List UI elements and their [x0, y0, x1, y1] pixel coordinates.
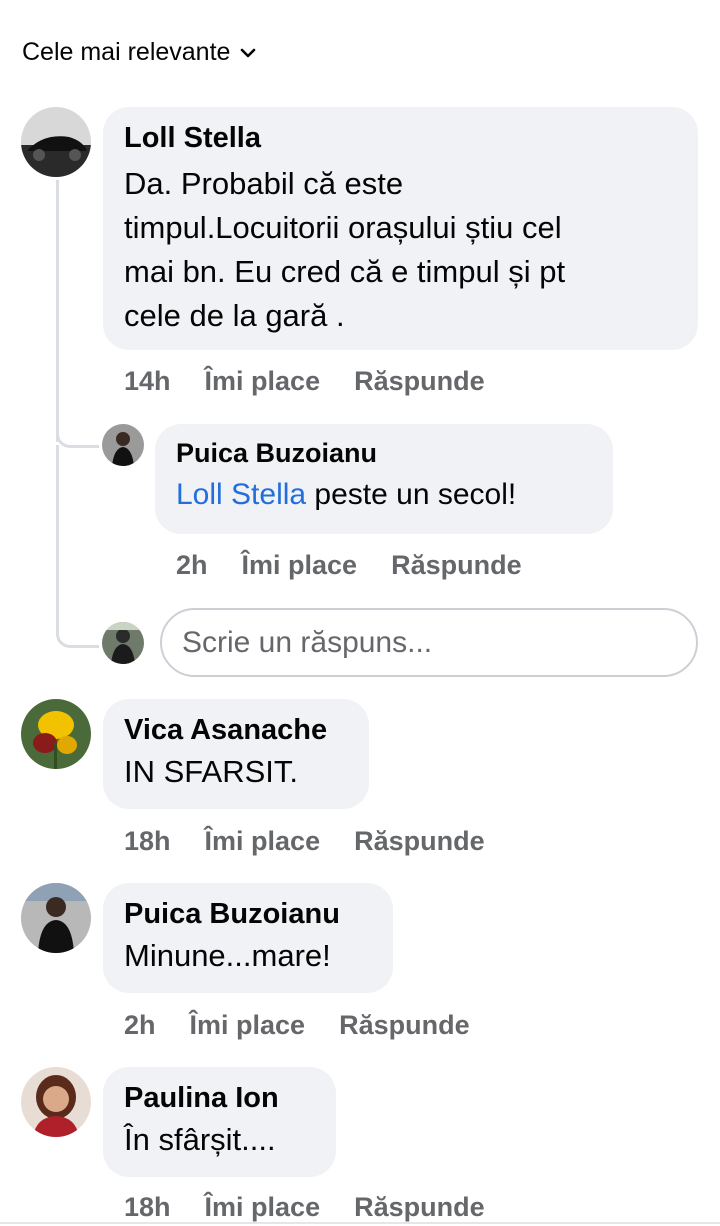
reply-timestamp[interactable]: 2h: [176, 550, 208, 581]
like-button[interactable]: Îmi place: [190, 1010, 306, 1041]
comment-text: Da. Probabil că este timpul.Locuitorii o…: [124, 166, 566, 333]
reply-button[interactable]: Răspunde: [339, 1010, 470, 1041]
comment-actions: 14h Îmi place Răspunde: [124, 366, 485, 397]
divider: [0, 1222, 720, 1224]
reply-button[interactable]: Răspunde: [391, 550, 522, 581]
reply-bubble: Puica Buzoianu Loll Stella peste un seco…: [155, 424, 613, 534]
current-user-avatar: [102, 622, 144, 664]
chevron-down-icon: [241, 48, 256, 57]
comment-timestamp[interactable]: 2h: [124, 1010, 156, 1041]
comment-author[interactable]: Paulina Ion: [124, 1080, 315, 1116]
comment-actions: 2h Îmi place Răspunde: [124, 1010, 470, 1041]
sort-label: Cele mai relevante: [22, 38, 231, 66]
thread-elbow: [56, 625, 99, 648]
avatar[interactable]: [21, 107, 91, 177]
mention-link[interactable]: Loll Stella: [176, 478, 306, 511]
comment-timestamp[interactable]: 14h: [124, 366, 171, 397]
like-button[interactable]: Îmi place: [242, 550, 358, 581]
reply-actions: 2h Îmi place Răspunde: [176, 550, 522, 581]
thread-line: [56, 445, 59, 625]
avatar[interactable]: [102, 424, 144, 466]
comment-text: În sfârșit....: [124, 1122, 276, 1157]
comment-bubble: Loll Stella Da. Probabil că este timpul.…: [103, 107, 698, 350]
avatar[interactable]: [21, 699, 91, 769]
thread-elbow: [56, 425, 99, 448]
like-button[interactable]: Îmi place: [205, 366, 321, 397]
comment-actions: 18h Îmi place Răspunde: [124, 826, 485, 857]
comment-author[interactable]: Loll Stella: [124, 120, 677, 156]
comment-timestamp[interactable]: 18h: [124, 1192, 171, 1223]
reply-text: Loll Stella peste un secol!: [176, 478, 517, 511]
reply-input-placeholder: Scrie un răspuns...: [182, 625, 433, 659]
avatar[interactable]: [21, 883, 91, 953]
thread-line: [56, 180, 59, 442]
comment-bubble: Puica Buzoianu Minune...mare!: [103, 883, 393, 993]
comment-timestamp[interactable]: 18h: [124, 826, 171, 857]
reply-input[interactable]: Scrie un răspuns...: [160, 608, 698, 677]
comment-bubble: Vica Asanache IN SFARSIT.: [103, 699, 369, 809]
reply-author[interactable]: Puica Buzoianu: [176, 436, 592, 470]
like-button[interactable]: Îmi place: [205, 1192, 321, 1223]
reply-button[interactable]: Răspunde: [354, 366, 485, 397]
comment-text: Minune...mare!: [124, 938, 331, 973]
comment-actions: 18h Îmi place Răspunde: [124, 1192, 485, 1223]
reply-button[interactable]: Răspunde: [354, 826, 485, 857]
sort-dropdown[interactable]: Cele mai relevante: [22, 38, 256, 67]
like-button[interactable]: Îmi place: [205, 826, 321, 857]
avatar[interactable]: [21, 1067, 91, 1137]
reply-button[interactable]: Răspunde: [354, 1192, 485, 1223]
comment-author[interactable]: Vica Asanache: [124, 712, 348, 748]
comment-text: IN SFARSIT.: [124, 754, 298, 789]
comment-bubble: Paulina Ion În sfârșit....: [103, 1067, 336, 1177]
comment-author[interactable]: Puica Buzoianu: [124, 896, 372, 932]
